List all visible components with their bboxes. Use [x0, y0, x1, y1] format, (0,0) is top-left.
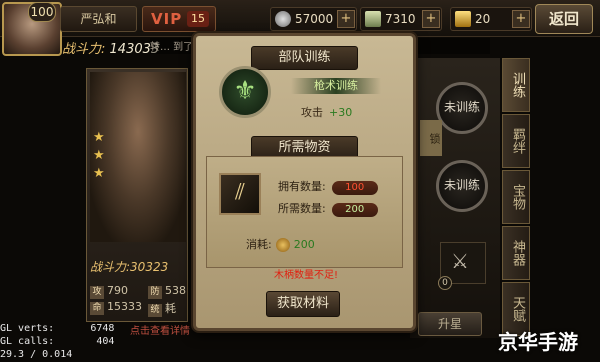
hero-stat: 防 538 — [148, 284, 186, 299]
owned-row: 拥有数量: 100 — [278, 178, 378, 195]
owned-value: 100 — [331, 181, 378, 195]
player-level-badge: 100 — [28, 2, 56, 22]
back-button[interactable]: 返回 — [535, 4, 593, 34]
gold-resource: 20 + — [450, 7, 532, 31]
wooden-handle-icon[interactable]: ⫽ — [219, 173, 261, 215]
training-slot[interactable]: 未训练 — [436, 82, 488, 134]
gold-amount: 20 — [475, 12, 491, 26]
owned-label: 拥有数量: — [278, 180, 326, 193]
attack-bonus: 攻击 +30 — [301, 104, 352, 120]
required-row: 所需数量: 200 — [278, 200, 378, 217]
attack-label: 攻击 — [301, 106, 323, 119]
add-silver-button[interactable]: + — [337, 10, 355, 28]
vip-label: VIP — [151, 10, 183, 28]
vip-badge[interactable]: VIP 15 — [142, 6, 216, 32]
add-gold-button[interactable]: + — [512, 10, 530, 28]
jade-resource: 7310 + — [360, 7, 442, 31]
player-name: 严弘和 — [60, 6, 137, 32]
tab-artifact[interactable]: 神器 — [502, 226, 530, 280]
gl-stats-overlay: GL verts: 6748 GL calls: 404 29.3 / 0.01… — [0, 323, 115, 360]
hero-detail-link[interactable]: 点击查看详情 — [130, 322, 190, 337]
hero-stat: 攻 790 — [90, 284, 128, 299]
total-power: 战斗力: 143033 — [62, 38, 159, 57]
star-icon: ★ — [93, 148, 105, 163]
gold-ingot-icon — [455, 11, 471, 27]
tab-bonds[interactable]: 羁绊 — [502, 114, 530, 168]
star-icon: ★ — [93, 166, 105, 181]
jade-amount: 7310 — [385, 12, 416, 26]
star-up-button[interactable]: 升星 — [418, 312, 482, 336]
training-dialog: 部队训练 ⚜ 枪术训练 攻击 +30 所需物资 ⫽ 拥有数量: 100 所需数量: 2… — [193, 33, 416, 331]
hero-power: 战斗力:30323 — [90, 258, 168, 275]
required-value: 200 — [331, 203, 378, 217]
tab-treasure[interactable]: 宝物 — [502, 170, 530, 224]
star-icon: ★ — [93, 130, 105, 145]
spear-skill-icon: ⚜ — [219, 66, 271, 118]
total-power-label: 战斗力: — [62, 42, 106, 57]
silver-amount: 57000 — [295, 12, 334, 26]
hero-power-value: 30323 — [130, 260, 169, 274]
cost-label: 消耗: — [246, 238, 272, 251]
hero-stat: 命 15333 — [90, 300, 142, 315]
vip-level: 15 — [187, 11, 209, 27]
attack-value: +30 — [329, 106, 353, 119]
watermark-logo: 京华手游 — [498, 330, 578, 354]
cost-value: 200 — [293, 238, 315, 251]
silver-coin-icon — [275, 11, 291, 27]
coin-icon — [275, 238, 290, 252]
skill-name: 枪术训练 — [291, 78, 381, 94]
insufficient-warning: 木柄数量不足! — [273, 270, 338, 281]
dialog-title: 部队训练 — [251, 46, 358, 70]
hero-power-label: 战斗力: — [90, 260, 131, 274]
training-slot[interactable]: 未训练 — [436, 160, 488, 212]
tab-training[interactable]: 训练 — [502, 58, 530, 112]
hero-stat: 统耗 — [148, 300, 176, 317]
equipment-count: 0 — [438, 276, 452, 290]
jade-icon — [365, 11, 381, 27]
side-tabs: 训练 羁绊 宝物 神器 天赋 — [502, 58, 530, 338]
required-label: 所需数量: — [278, 202, 326, 215]
sword-icon: ⚔ — [451, 249, 469, 273]
cost-row: 消耗: 200 — [246, 236, 315, 252]
add-jade-button[interactable]: + — [422, 10, 440, 28]
get-materials-button[interactable]: 获取材料 — [266, 291, 340, 317]
lock-tag: 锁 — [420, 120, 442, 156]
silver-resource: 57000 + — [270, 7, 357, 31]
